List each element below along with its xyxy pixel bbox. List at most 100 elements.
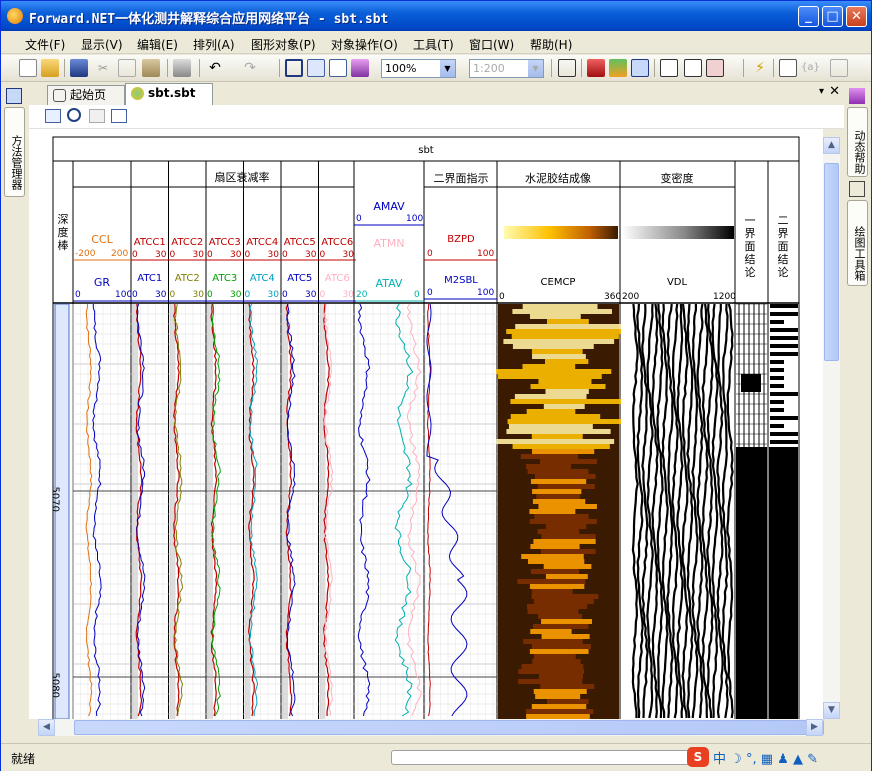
comment-icon[interactable]: [779, 59, 797, 77]
tab-sbt[interactable]: sbt.sbt: [125, 83, 213, 105]
cemcp-band: [530, 544, 580, 549]
vdl-max: 1200: [713, 292, 736, 302]
sector-bottom-label-4: ATC4: [249, 273, 275, 284]
lightning-icon[interactable]: ⚡: [751, 59, 769, 77]
cemcp-band: [540, 549, 596, 554]
close-tab-icon[interactable]: ✕: [829, 84, 840, 99]
zoom-tool-icon[interactable]: [558, 59, 576, 77]
concl2-block: [770, 336, 798, 340]
tab-start-page[interactable]: 起始页: [47, 85, 125, 105]
ime-shirt-icon[interactable]: ▲: [793, 752, 803, 767]
zoom-select[interactable]: 100% ▼: [381, 59, 456, 78]
ime-toolbar[interactable]: 中 ☽ °, ▦ ♟ ▲ ✎: [713, 748, 863, 768]
variable-icon[interactable]: {a}: [801, 59, 820, 77]
curve-view-icon[interactable]: [45, 109, 61, 123]
ime-chinese-icon[interactable]: 中: [713, 752, 726, 767]
concl2-block: [770, 312, 798, 316]
menu-graphic-object[interactable]: 图形对象(P): [251, 36, 316, 53]
cemcp-band: [535, 474, 596, 479]
wave-icon[interactable]: [111, 109, 127, 123]
grid-icon[interactable]: [830, 59, 848, 77]
log-plot[interactable]: [29, 129, 823, 719]
window-title: Forward.NET一体化测井解释综合应用网络平台 - sbt.sbt: [29, 12, 389, 27]
grid-tool-icon[interactable]: [89, 109, 105, 123]
ime-moon-icon[interactable]: ☽: [730, 752, 742, 767]
menu-edit[interactable]: 编辑(E): [137, 36, 178, 53]
print-icon[interactable]: [173, 59, 191, 77]
drawing-toolbox-tab[interactable]: 绘图工具箱: [847, 200, 868, 286]
sector-bottom-max-2: 30: [192, 290, 204, 300]
copy-icon[interactable]: [118, 59, 136, 77]
sector-top-label-5: ATCC5: [283, 237, 316, 248]
redo-icon[interactable]: ↷: [241, 59, 259, 77]
menu-file[interactable]: 文件(F): [25, 36, 65, 53]
horizontal-scrollbar[interactable]: ◀ ▶: [38, 719, 824, 736]
sector-bottom-label-2: ATC2: [174, 273, 200, 284]
minimize-button[interactable]: _: [798, 6, 819, 27]
cemcp-band: [527, 559, 585, 564]
tab-list-icon[interactable]: ▾: [819, 86, 824, 97]
cemcp-band: [512, 344, 594, 349]
menu-tools[interactable]: 工具(T): [413, 36, 454, 53]
sector-bottom-min-3: 0: [207, 290, 213, 300]
ime-logo-icon[interactable]: S: [687, 747, 709, 767]
cemcp-band: [526, 604, 588, 609]
cut-icon[interactable]: ✂: [94, 59, 112, 77]
menu-window[interactable]: 窗口(W): [469, 36, 514, 53]
concl2-block: [770, 424, 784, 428]
select-tool-icon[interactable]: [631, 59, 649, 77]
bell-icon[interactable]: [587, 59, 605, 77]
sector-top-max-6: 30: [342, 250, 354, 260]
undo-icon[interactable]: ↶: [206, 59, 224, 77]
scale-select[interactable]: 1:200 ▼: [469, 59, 544, 78]
page-view-icon[interactable]: [307, 59, 325, 77]
new-file-icon[interactable]: [19, 59, 37, 77]
save-icon[interactable]: [70, 59, 88, 77]
graph-view-icon[interactable]: [329, 59, 347, 77]
scroll-down-button[interactable]: ▼: [823, 702, 840, 719]
method-manager-tab[interactable]: 方法管理器: [4, 107, 25, 197]
title-bar[interactable]: Forward.NET一体化测井解释综合应用网络平台 - sbt.sbt _ □…: [1, 1, 871, 31]
menu-object-operation[interactable]: 对象操作(O): [331, 36, 398, 53]
layout-icon-1[interactable]: [660, 59, 678, 77]
cemcp-band: [526, 464, 572, 469]
sector-top-label-6: ATCC6: [321, 237, 354, 248]
depth-track-label: 深度棒: [57, 213, 69, 252]
ime-tools-icon[interactable]: ✎: [807, 752, 818, 767]
open-folder-icon[interactable]: [41, 59, 59, 77]
cemcp-band: [532, 489, 582, 494]
m2sbl-label: M2SBL: [444, 275, 478, 286]
ccl-max: 200: [111, 249, 129, 259]
ime-user-icon[interactable]: ♟: [777, 752, 789, 767]
menu-help[interactable]: 帮助(H): [530, 36, 572, 53]
vertical-scroll-thumb[interactable]: [824, 163, 839, 361]
cemcp-band: [529, 509, 576, 514]
layout-icon-2[interactable]: [684, 59, 702, 77]
sector-bottom-label-6: ATC6: [324, 273, 350, 284]
ime-punct-icon[interactable]: °,: [746, 752, 757, 767]
paste-icon[interactable]: [142, 59, 160, 77]
menu-view[interactable]: 显示(V): [81, 36, 123, 53]
close-button[interactable]: ✕: [846, 6, 867, 27]
dynamic-help-icon: [849, 88, 865, 104]
scroll-up-button[interactable]: ▲: [823, 137, 840, 154]
depth-bar: [54, 303, 70, 719]
cemcp-band: [532, 659, 581, 664]
scroll-left-button[interactable]: ◀: [38, 719, 55, 736]
layout-icon-3[interactable]: [706, 59, 724, 77]
vertical-scrollbar[interactable]: ▲ ▼: [823, 137, 840, 719]
frame-icon[interactable]: [285, 59, 303, 77]
people-icon[interactable]: [609, 59, 627, 77]
menu-arrange[interactable]: 排列(A): [193, 36, 235, 53]
style-icon[interactable]: [351, 59, 369, 77]
scroll-right-button[interactable]: ▶: [806, 719, 823, 736]
ime-keyboard-icon[interactable]: ▦: [761, 752, 773, 767]
cemcp-band: [537, 484, 595, 489]
horizontal-scroll-thumb[interactable]: [74, 720, 824, 735]
dynamic-help-tab[interactable]: 动态帮助: [847, 107, 868, 177]
maximize-button[interactable]: □: [822, 6, 843, 27]
magnify-icon[interactable]: [67, 108, 81, 122]
sector-fill: [207, 304, 213, 719]
amav-label: AMAV: [373, 200, 405, 213]
sector-top-min-4: 0: [244, 250, 251, 260]
